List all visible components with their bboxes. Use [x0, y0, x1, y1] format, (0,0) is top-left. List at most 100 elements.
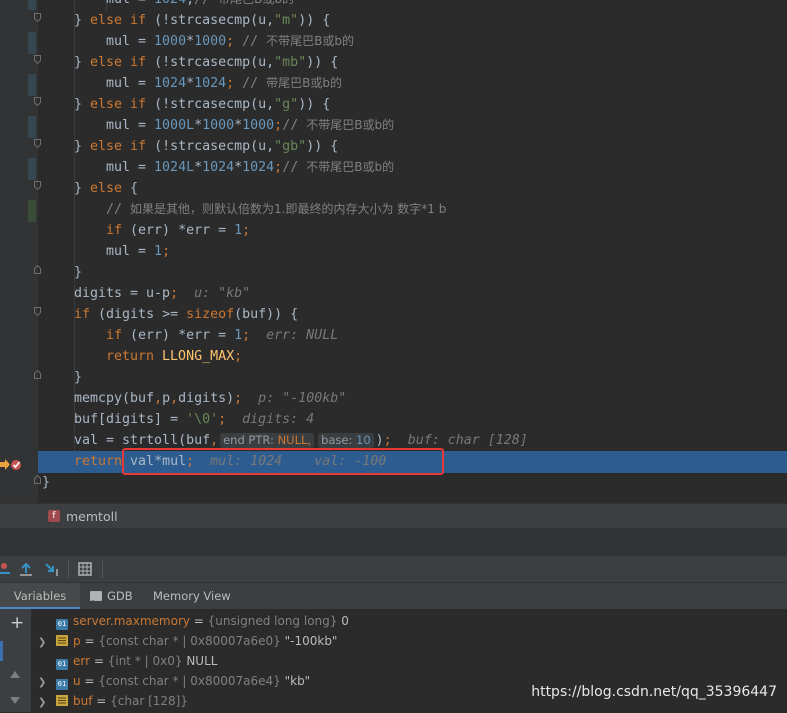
code-token: )) { — [306, 55, 339, 70]
code-line[interactable]: if (err) *err = 1; err: NULL — [106, 325, 338, 346]
scroll-up-icon[interactable] — [10, 671, 20, 678]
watermark: https://blog.csdn.net/qq_35396447 — [531, 684, 777, 700]
variable-row[interactable]: ❯ p = {const char * | 0x80007a6e0} "-100k… — [38, 631, 337, 651]
code-line[interactable]: } else if (!strcasecmp(u,"g")) { — [74, 94, 330, 115]
editor-gutter[interactable] — [0, 0, 38, 503]
fold-start-icon[interactable] — [34, 55, 41, 64]
code-token: else — [90, 181, 131, 196]
code-line[interactable]: mul = 1024;// 带尾巴B或b的 — [106, 0, 294, 10]
code-line[interactable]: if (digits >= sizeof(buf)) { — [74, 304, 298, 325]
code-token: ; — [234, 391, 243, 406]
code-token: ; — [242, 328, 251, 343]
variable-name: u — [73, 674, 81, 688]
code-comment: // — [106, 202, 131, 217]
expand-arrow-icon[interactable]: ❯ — [38, 693, 56, 713]
code-line[interactable]: } — [42, 472, 50, 493]
code-line[interactable]: digits = u-p; u: "kb" — [74, 283, 250, 304]
code-token: ; — [226, 76, 243, 91]
code-token: } — [74, 55, 91, 70]
vcs-change-marker — [28, 74, 36, 96]
fold-start-icon[interactable] — [34, 181, 41, 190]
expand-arrow-icon[interactable]: ❯ — [38, 633, 56, 653]
code-token: 1024 — [194, 76, 227, 91]
execution-point-icons[interactable] — [0, 456, 26, 470]
code-token: (digits >= — [98, 307, 187, 322]
code-token: mul = — [106, 244, 155, 259]
add-watch-icon[interactable]: + — [10, 613, 24, 633]
fold-start-icon[interactable] — [34, 97, 41, 106]
primitive-variable-icon: 01 — [56, 679, 68, 690]
code-token: 1000 — [194, 34, 227, 49]
code-line[interactable]: if (err) *err = 1; — [106, 220, 250, 241]
code-editor[interactable]: mul = 1024;// 带尾巴B或b的} else if (!strcase… — [0, 0, 787, 503]
code-token: )) { — [298, 13, 331, 28]
variable-row[interactable]: 01 server.maxmemory = {unsigned long long… — [38, 611, 349, 631]
step-out-icon[interactable] — [18, 561, 34, 577]
code-line[interactable]: // 如果是其他，则默认倍数为1.即最终的内存大小为 数字*1 b — [106, 199, 446, 220]
parameter-hint-value: NULL — [277, 433, 308, 447]
code-token: (buf)) { — [234, 307, 299, 322]
code-line[interactable]: } else if (!strcasecmp(u,"gb")) { — [74, 136, 338, 157]
code-line[interactable]: mul = 1; — [106, 241, 170, 262]
code-line[interactable]: return LLONG_MAX; — [106, 346, 242, 367]
code-token: 1 — [154, 244, 163, 259]
evaluate-expression-icon[interactable] — [77, 561, 93, 577]
code-token: ; — [274, 160, 283, 175]
fold-end-icon[interactable] — [34, 265, 41, 274]
code-token: else if — [90, 139, 155, 154]
variable-row[interactable]: ❯ 01 u = {const char * | 0x80007a6e4} "kb" — [38, 671, 310, 691]
variable-row[interactable]: 01 err = {int * | 0x0} NULL — [38, 651, 217, 671]
primitive-variable-icon: 01 — [56, 659, 68, 670]
code-token: mul = — [106, 76, 155, 91]
code-token: LLONG_MAX — [162, 349, 235, 364]
variable-type: {const char * | 0x80007a6e4} — [98, 674, 281, 688]
scroll-down-icon[interactable] — [10, 697, 20, 704]
code-token: * — [194, 160, 203, 175]
code-token: buf[digits] = — [74, 412, 187, 427]
code-line[interactable]: } — [74, 262, 82, 283]
code-line[interactable]: mul = 1000*1000; // 不带尾巴B或b的 — [106, 31, 354, 52]
code-token: * — [234, 160, 243, 175]
variable-value: "kb" — [280, 674, 311, 688]
code-line[interactable]: memcpy(buf,p,digits); p: "-100kb" — [74, 388, 346, 409]
code-token: 1000 — [242, 118, 275, 133]
variable-name: buf — [73, 694, 93, 708]
code-comment: 带尾巴B或b的 — [218, 0, 294, 6]
code-line[interactable]: buf[digits] = '\0'; digits: 4 — [74, 409, 314, 430]
code-line[interactable]: mul = 1024*1024; // 带尾巴B或b的 — [106, 73, 342, 94]
breadcrumb-function[interactable]: memtoll — [66, 509, 118, 524]
code-line[interactable]: } — [74, 367, 82, 388]
tab-memory-view[interactable]: Memory View — [153, 583, 231, 610]
variable-row[interactable]: ❯ buf = {char [128]} — [38, 691, 188, 711]
code-line[interactable]: } else { — [74, 178, 138, 199]
tab-variables[interactable]: Variables — [0, 583, 80, 610]
debug-toolbar — [0, 555, 787, 583]
panel-splitter[interactable] — [0, 528, 787, 555]
code-line[interactable]: mul = 1000L*1000*1000;// 不带尾巴B或b的 — [106, 115, 394, 136]
code-token: p — [162, 391, 171, 406]
code-line[interactable]: } else if (!strcasecmp(u,"m")) { — [74, 10, 330, 31]
fold-end-icon[interactable] — [34, 370, 41, 379]
code-token: 1 — [234, 328, 243, 343]
code-comment: // — [282, 160, 307, 175]
fold-end-icon[interactable] — [34, 475, 41, 484]
equals-sign: = — [80, 634, 99, 648]
step-over-icon[interactable] — [0, 561, 12, 577]
code-token: 1024L — [154, 160, 195, 175]
code-token: (!strcasecmp(u, — [154, 139, 275, 154]
code-line[interactable]: } else if (!strcasecmp(u,"mb")) { — [74, 52, 338, 73]
expand-arrow-icon[interactable]: ❯ — [38, 673, 56, 693]
code-comment: 如果是其他，则默认倍数为1.即最终的内存大小为 数字*1 b — [130, 202, 447, 216]
code-token: 1000 — [202, 118, 235, 133]
vcs-change-marker — [28, 0, 36, 10]
tab-gdb[interactable]: > GDB — [90, 583, 133, 610]
fold-start-icon[interactable] — [34, 139, 41, 148]
fold-start-icon[interactable] — [34, 13, 41, 22]
code-token: } — [74, 139, 91, 154]
code-token: 1024 — [154, 76, 187, 91]
parameter-hint-value: 10 — [356, 433, 371, 447]
fold-start-icon[interactable] — [34, 307, 41, 316]
code-comment: 不带尾巴B或b的 — [306, 160, 395, 174]
run-to-cursor-icon[interactable] — [44, 561, 60, 577]
code-line[interactable]: mul = 1024L*1024*1024;// 不带尾巴B或b的 — [106, 157, 394, 178]
